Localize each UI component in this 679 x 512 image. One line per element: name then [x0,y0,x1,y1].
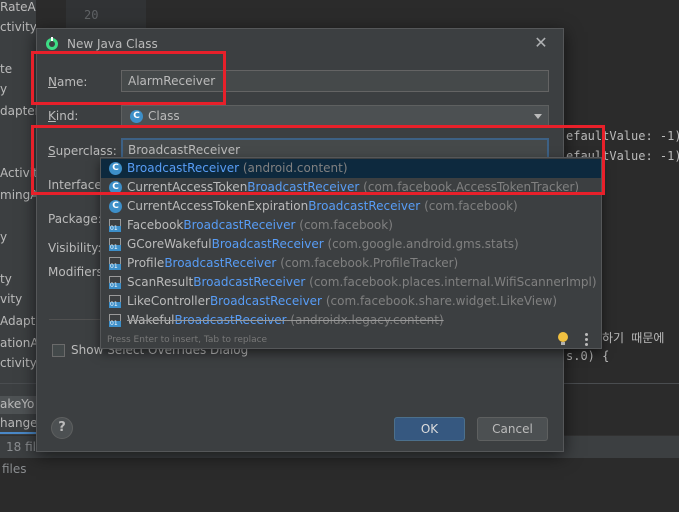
project-tree-item[interactable]: Adapter [0,314,36,328]
cancel-button[interactable]: Cancel [477,417,548,441]
completion-item-text: CurrentAccessTokenBroadcastReceiver (com… [127,178,579,197]
completion-package: (com.facebook.places.internal.WifiScanne… [309,275,597,289]
tab-label: akeYo [0,397,35,411]
superclass-label: Superclass: [48,144,117,158]
completion-match: BroadcastReceiver [127,161,240,175]
completion-package: (android.content) [242,161,348,175]
project-tree-item[interactable]: y [0,82,7,96]
kind-dropdown[interactable]: C Class [121,105,549,127]
show-overrides-checkbox[interactable] [52,344,65,357]
package-label: Package: [48,212,102,226]
chevron-down-icon [534,114,542,119]
completion-item-text: GCoreWakefulBroadcastReceiver (com.googl… [127,235,519,254]
project-tree-item[interactable]: te [0,62,12,76]
completion-item[interactable]: C CurrentAccessTokenExpirationBroadcastRe… [101,197,601,216]
dialog-titlebar[interactable]: New Java Class ✕ [37,29,563,59]
completion-match: BroadcastReceiver [308,199,421,213]
class-icon: C [109,181,122,194]
completion-package: (com.facebook.share.widget.LikeView) [325,294,558,308]
project-tree-item[interactable]: ctivity [0,20,36,34]
completion-item-text: BroadcastReceiver (android.content) [127,159,348,178]
lightbulb-icon[interactable] [558,332,568,346]
completion-prefix: ScanResult [127,275,194,289]
completion-package: (com.facebook.ProfileTracker) [280,256,459,270]
completion-package: (com.facebook) [424,199,518,213]
completion-item[interactable]: 01 FacebookBroadcastReceiver (com.faceboo… [101,216,601,235]
changes-panel: files [0,458,679,512]
completion-item[interactable]: 01 WakefulBroadcastReceiver (androidx.leg… [101,311,601,330]
completion-item[interactable]: C CurrentAccessTokenBroadcastReceiver (co… [101,178,601,197]
class-icon: C [109,162,122,175]
bottom-tab-active[interactable]: hanges [0,414,44,434]
completion-match: BroadcastReceiver [209,294,322,308]
library-class-icon: 01 [109,238,122,251]
completion-prefix: GCoreWakeful [127,237,212,251]
modifiers-label: Modifiers: [48,265,107,279]
line-number: 20 [84,8,99,22]
class-icon: C [130,110,143,123]
library-class-icon: 01 [109,219,122,232]
library-class-icon: 01 [109,257,122,270]
completion-match: BroadcastReceiver [193,275,306,289]
project-tree-item[interactable]: y [0,230,7,244]
kind-label: Kind: [48,109,79,123]
android-studio-icon [46,37,58,50]
completion-match: BroadcastReceiver [247,180,360,194]
completion-item[interactable]: 01 ProfileBroadcastReceiver (com.facebook… [101,254,601,273]
project-tree-item[interactable]: ty [0,272,12,286]
project-tree-item[interactable]: Activity [0,166,36,180]
close-icon[interactable]: ✕ [533,35,549,51]
code-fragment: efaultValue: -1); [566,129,679,143]
completion-package: (com.facebook) [299,218,393,232]
completion-item[interactable]: 01 ScanResultBroadcastReceiver (com.faceb… [101,273,601,292]
project-tree-item[interactable]: vity [0,292,22,306]
name-label: Name: [48,75,88,89]
library-class-icon: 01 [109,276,122,289]
completion-item[interactable]: C BroadcastReceiver (android.content) [101,159,601,178]
completion-match: BroadcastReceiver [211,237,324,251]
completion-prefix: LikeController [127,294,210,308]
completion-item-text: ScanResultBroadcastReceiver (com.faceboo… [127,273,597,292]
completion-package: (androidx.legacy.content) [290,313,444,327]
more-options-icon[interactable] [585,333,589,347]
completion-match: BroadcastReceiver [183,218,296,232]
completion-hint: Press Enter to insert, Tab to replace [107,335,268,345]
completion-item-text: CurrentAccessTokenExpirationBroadcastRec… [127,197,518,216]
completion-popup: Press Enter to insert, Tab to replace CB… [100,157,602,349]
kind-value: Class [148,109,180,123]
completion-match: BroadcastReceiver [174,313,287,327]
completion-prefix: Profile [127,256,165,270]
code-fragment: 하기 때문에 [602,331,665,345]
project-tree-item[interactable]: ctivity [0,356,36,370]
project-tree-item[interactable]: RateActivity [0,0,36,14]
files-label: files [2,462,27,476]
ok-button[interactable]: OK [394,417,465,441]
completion-package: (com.google.android.gms.stats) [327,237,519,251]
completion-prefix: CurrentAccessToken [127,180,248,194]
completion-item-text: ProfileBroadcastReceiver (com.facebook.P… [127,254,458,273]
visibility-label: Visibility: [48,241,102,255]
completion-prefix: Wakeful [127,313,175,327]
dialog-title: New Java Class [67,37,158,51]
completion-item[interactable]: 01 LikeControllerBroadcastReceiver (com.f… [101,292,601,311]
completion-item-text: FacebookBroadcastReceiver (com.facebook) [127,216,393,235]
completion-item-text: LikeControllerBroadcastReceiver (com.fac… [127,292,557,311]
project-tree-item[interactable]: dapter [0,104,36,118]
completion-prefix: Facebook [127,218,184,232]
help-button[interactable]: ? [51,417,73,439]
name-input[interactable] [121,70,549,92]
bottom-tab[interactable]: akeYo [0,396,36,414]
code-fragment: s.0) { [566,349,610,363]
library-class-icon: 01 [109,295,122,308]
project-tree-item[interactable]: mingAc [0,188,36,202]
completion-prefix: CurrentAccessTokenExpiration [127,199,309,213]
class-icon: C [109,200,122,213]
completion-match: BroadcastReceiver [164,256,277,270]
project-tree-item[interactable]: ationAc [0,336,36,350]
library-class-icon: 01 [109,314,122,327]
completion-package: (com.facebook.AccessTokenTracker) [363,180,580,194]
completion-item-text: WakefulBroadcastReceiver (androidx.legac… [127,311,444,330]
completion-item[interactable]: 01 GCoreWakefulBroadcastReceiver (com.goo… [101,235,601,254]
